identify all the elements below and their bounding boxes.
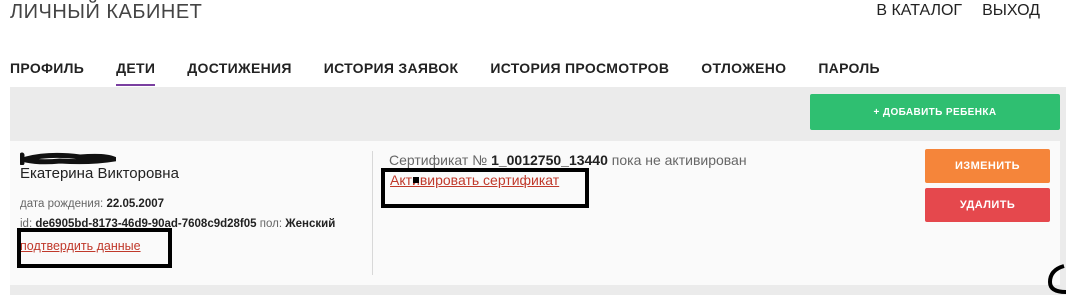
tab-profile[interactable]: ПРОФИЛЬ — [10, 60, 84, 86]
certificate-state: пока не активирован — [611, 152, 747, 168]
redaction-scribble — [20, 152, 116, 165]
tabs-bar: ПРОФИЛЬ ДЕТИ ДОСТИЖЕНИЯ ИСТОРИЯ ЗАЯВОК И… — [10, 60, 880, 86]
child-name: Екатерина Викторовна — [20, 165, 179, 182]
highlight-box-confirm — [17, 228, 172, 268]
child-card: Екатерина Викторовна дата рождения: 22.0… — [10, 141, 1060, 285]
tab-password[interactable]: ПАРОЛЬ — [818, 60, 880, 86]
tab-postponed[interactable]: ОТЛОЖЕНО — [701, 60, 786, 86]
birth-date-label: дата рождения: — [20, 198, 104, 210]
tab-view-history[interactable]: ИСТОРИЯ ПРОСМОТРОВ — [490, 60, 669, 86]
corner-scribble — [1047, 264, 1066, 294]
certificate-number: 1_0012750_13440 — [491, 152, 608, 168]
certificate-prefix: Сертификат № — [389, 152, 488, 168]
page-title: ЛИЧНЫЙ КАБИНЕТ — [10, 1, 203, 23]
birth-date: дата рождения: 22.05.2007 — [20, 198, 164, 210]
tab-children[interactable]: ДЕТИ — [116, 60, 156, 86]
logout-link[interactable]: ВЫХОД — [982, 2, 1040, 20]
birth-date-value: 22.05.2007 — [106, 198, 165, 210]
top-links: В КАТАЛОГ ВЫХОД — [876, 2, 1040, 20]
add-child-button[interactable]: + ДОБАВИТЬ РЕБЕНКА — [810, 94, 1060, 130]
highlight-box-activate — [381, 168, 589, 208]
certificate-status: Сертификат № 1_0012750_13440 пока не акт… — [389, 152, 747, 168]
vertical-divider — [372, 151, 373, 275]
tab-achievements[interactable]: ДОСТИЖЕНИЯ — [187, 60, 291, 86]
gender-value: Женский — [285, 218, 336, 230]
gender-label: пол: — [259, 218, 283, 230]
edit-button[interactable]: ИЗМЕНИТЬ — [925, 149, 1050, 183]
catalog-link[interactable]: В КАТАЛОГ — [876, 2, 962, 20]
cursor-dot — [413, 177, 419, 183]
delete-button[interactable]: УДАЛИТЬ — [925, 188, 1050, 222]
tab-request-history[interactable]: ИСТОРИЯ ЗАЯВОК — [324, 60, 459, 86]
